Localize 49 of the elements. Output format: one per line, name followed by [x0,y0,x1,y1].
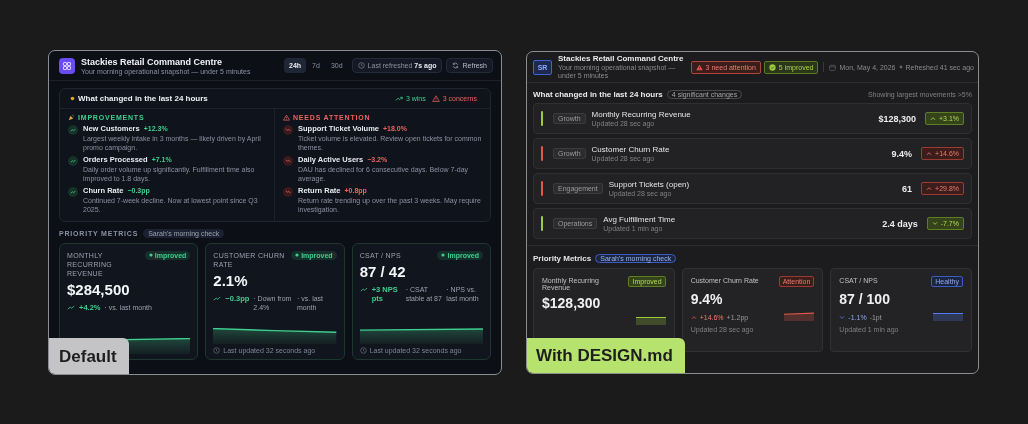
app-title: Stackies Retail Command Centre [558,53,684,63]
trend-up-icon [67,303,75,311]
metric-value: 2.1% [213,271,249,289]
sparkline-chart [635,316,666,325]
metric-value: $284,500 [67,280,131,298]
calendar-icon [829,63,837,71]
warning-icon [431,95,440,102]
trend-up-icon [359,285,368,293]
clock-icon [213,346,221,354]
dot-icon [441,253,446,258]
trend-down-icon [283,187,293,198]
metric-name: Avg Fulfillment Time [603,215,677,224]
refresh-icon [452,62,460,69]
check-circle-icon [768,63,776,71]
clock-icon [357,62,365,69]
app-logo-icon [59,57,75,74]
party-popper-icon [68,114,75,121]
trend-up-icon [68,156,78,167]
status-dot-icon [70,96,75,101]
metric-value: 9.4% [891,148,913,159]
metric-value: 61 [902,183,913,194]
trend-down-icon [283,156,293,167]
metric-value: $128,300 [878,113,916,124]
metric-value: 2.4 days [882,218,918,229]
metric-value: 9.4% [690,291,724,307]
trend-down-icon [283,125,293,135]
caption-label: Default [49,338,129,374]
warning-icon [283,114,290,121]
dot-icon [148,253,153,258]
trend-up-icon [68,187,78,198]
sparkline-chart [933,312,963,321]
clock-icon [359,346,367,354]
trend-up-icon [394,95,403,102]
metric-name: Monthly Recurring Revenue [591,110,692,119]
trend-up-icon [213,294,222,302]
trend-up-icon [68,125,78,135]
metric-value: 87 / 42 [359,262,407,280]
sparkline-chart [784,312,815,321]
metric-name: Customer Churn Rate [591,145,671,154]
metric-name: Support Tickets (open) [608,180,691,189]
metric-value: 87 / 100 [839,291,891,307]
warning-icon [695,63,703,71]
metric-value: $128,300 [542,295,602,311]
app-title: Stackies Retail Command Centre [81,56,224,67]
changes-title: What changed in the last 24 hours [533,90,663,99]
section-label: Priority Metrics [533,254,592,263]
changes-title: What changed in the last 24 hours [78,94,208,103]
caption-label: With DESIGN.md [527,338,685,373]
dot-icon [295,253,300,258]
